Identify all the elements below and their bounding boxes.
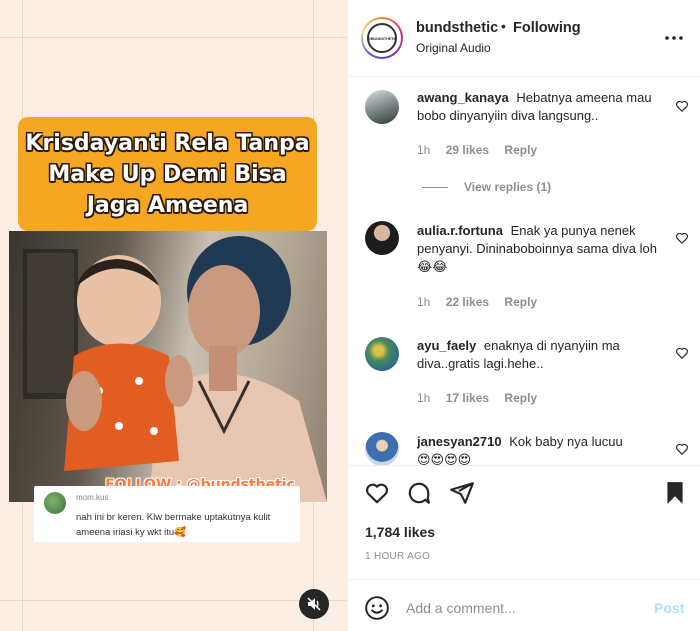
video-frame-illustration bbox=[23, 236, 327, 502]
audio-link[interactable]: Original Audio bbox=[416, 41, 491, 55]
emoji-icon[interactable] bbox=[364, 595, 390, 621]
comment-username[interactable]: janesyan2710 bbox=[417, 434, 502, 449]
bookmark-icon[interactable] bbox=[662, 480, 688, 506]
avatar[interactable] bbox=[365, 221, 399, 255]
comment-username[interactable]: aulia.r.fortuna bbox=[417, 223, 503, 238]
grid-line bbox=[0, 37, 347, 38]
comment-time: 1h bbox=[417, 143, 431, 157]
comment-username[interactable]: awang_kanaya bbox=[417, 90, 509, 105]
comment-body: aulia.r.fortuna Enak ya punya nenek peny… bbox=[417, 222, 665, 276]
overlay-title: Krisdayanti Rela Tanpa Make Up Demi Bisa… bbox=[25, 130, 310, 218]
heart-icon[interactable] bbox=[675, 346, 689, 360]
comment-body: awang_kanaya Hebatnya ameena mau bobo di… bbox=[417, 89, 665, 125]
avatar[interactable] bbox=[365, 337, 399, 371]
post-timestamp[interactable]: 1 HOUR AGO bbox=[365, 551, 430, 562]
video-frame bbox=[9, 231, 327, 502]
add-comment-input[interactable] bbox=[406, 595, 636, 621]
comment-emoji-line: 😍😍😍😍 bbox=[417, 452, 472, 465]
mute-button[interactable] bbox=[299, 589, 329, 619]
view-replies-button[interactable]: View replies (1) bbox=[422, 180, 551, 194]
avatar bbox=[44, 492, 66, 514]
comment-meta: 1h 17 likes Reply bbox=[417, 391, 549, 405]
separator-dot: • bbox=[501, 18, 506, 34]
avatar[interactable] bbox=[365, 432, 399, 465]
embedded-comment-text: nah ini br keren. Klw bermake uptakutnya… bbox=[76, 512, 271, 538]
username-link[interactable]: bundsthetic bbox=[416, 20, 498, 36]
avatar[interactable] bbox=[365, 90, 399, 124]
embedded-comment-card: mom.kus nah ini br keren. Klw bermake up… bbox=[34, 486, 300, 542]
embedded-comment-username: mom.kus bbox=[76, 493, 109, 502]
comment-body: ayu_faely enaknya di nyanyiin ma diva..g… bbox=[417, 337, 665, 373]
post-actions: 1,784 likes 1 HOUR AGO Post bbox=[348, 465, 700, 631]
post-button[interactable]: Post bbox=[654, 600, 684, 616]
comment-likes[interactable]: 17 likes bbox=[446, 391, 489, 405]
comment-username[interactable]: ayu_faely bbox=[417, 338, 476, 353]
post-header: @BUNDSTHETIC bundsthetic • Following Ori… bbox=[348, 0, 700, 77]
heart-icon[interactable] bbox=[675, 99, 689, 113]
comment-body: janesyan2710 Kok baby nya lucuu 😍😍😍😍 bbox=[417, 433, 665, 465]
overlay-title-box: Krisdayanti Rela Tanpa Make Up Demi Bisa… bbox=[18, 117, 317, 231]
comment-text: Kok baby nya lucuu bbox=[509, 434, 623, 449]
heart-icon[interactable] bbox=[675, 231, 689, 245]
comment-time: 1h bbox=[417, 391, 431, 405]
avatar[interactable]: @BUNDSTHETIC bbox=[361, 17, 403, 59]
post-panel: @BUNDSTHETIC bundsthetic • Following Ori… bbox=[347, 0, 700, 631]
comment-time: 1h bbox=[417, 295, 431, 309]
comment-meta: 1h 22 likes Reply bbox=[417, 295, 549, 309]
view-replies-label: View replies (1) bbox=[464, 180, 552, 194]
likes-count[interactable]: 1,784 likes bbox=[365, 524, 435, 540]
post-media[interactable]: Krisdayanti Rela Tanpa Make Up Demi Bisa… bbox=[0, 0, 347, 631]
heart-icon[interactable] bbox=[364, 480, 390, 506]
reply-button[interactable]: Reply bbox=[504, 391, 537, 405]
avatar-logo: @BUNDSTHETIC bbox=[367, 23, 397, 53]
speaker-muted-icon bbox=[307, 597, 321, 611]
view-replies-line bbox=[422, 186, 448, 188]
comment-meta: 1h 29 likes Reply bbox=[417, 143, 549, 157]
comments-list[interactable]: awang_kanaya Hebatnya ameena mau bobo di… bbox=[348, 78, 700, 465]
more-horizontal-icon bbox=[665, 36, 683, 40]
share-icon[interactable] bbox=[449, 480, 475, 506]
comment-likes[interactable]: 22 likes bbox=[446, 295, 489, 309]
following-button[interactable]: Following bbox=[513, 20, 581, 36]
reply-button[interactable]: Reply bbox=[504, 143, 537, 157]
add-comment-bar: Post bbox=[348, 579, 700, 631]
more-options-button[interactable] bbox=[664, 28, 684, 48]
comment-icon[interactable] bbox=[406, 480, 432, 506]
reply-button[interactable]: Reply bbox=[504, 295, 537, 309]
grid-line bbox=[0, 600, 347, 601]
comment-likes[interactable]: 29 likes bbox=[446, 143, 489, 157]
heart-icon[interactable] bbox=[675, 442, 689, 456]
